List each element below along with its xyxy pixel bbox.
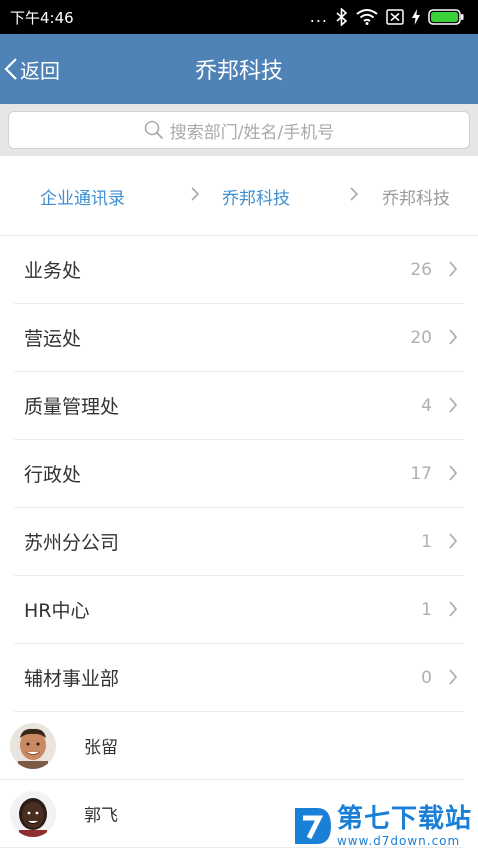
department-count: 1 bbox=[421, 599, 432, 620]
person-name: 张留 bbox=[84, 738, 118, 758]
chevron-right-icon bbox=[449, 601, 458, 617]
department-count: 17 bbox=[410, 463, 432, 484]
battery-icon bbox=[428, 9, 464, 25]
department-name: 营运处 bbox=[24, 328, 82, 350]
chevron-right-icon bbox=[449, 533, 458, 549]
list-item-department[interactable]: HR中心 1 bbox=[14, 576, 464, 644]
breadcrumb-item-company[interactable]: 乔邦科技 bbox=[222, 184, 290, 209]
nav-bar: 返回 乔邦科技 bbox=[0, 34, 478, 104]
list-item-person[interactable]: 张留 bbox=[0, 712, 464, 780]
charging-icon bbox=[412, 9, 420, 25]
list-item-department[interactable]: 营运处 20 bbox=[14, 304, 464, 372]
d7-logo-icon bbox=[294, 808, 331, 844]
search-input[interactable]: 搜索部门/姓名/手机号 bbox=[8, 111, 470, 149]
department-count: 20 bbox=[410, 327, 432, 348]
watermark-url: www.d7down.com bbox=[336, 834, 461, 848]
chevron-right-icon bbox=[449, 669, 458, 685]
status-icons: ... bbox=[310, 8, 464, 26]
back-button[interactable]: 返回 bbox=[4, 34, 60, 104]
chevron-left-icon bbox=[4, 58, 17, 80]
chevron-right-icon bbox=[449, 261, 458, 277]
back-label: 返回 bbox=[20, 58, 60, 83]
list-item-department[interactable]: 行政处 17 bbox=[14, 440, 464, 508]
list-item-department[interactable]: 业务处 26 bbox=[14, 236, 464, 304]
status-time: 下午4:46 bbox=[10, 8, 74, 27]
chevron-right-icon bbox=[449, 465, 458, 481]
department-count: 26 bbox=[410, 259, 432, 280]
bluetooth-icon bbox=[336, 8, 348, 26]
department-count: 0 bbox=[421, 667, 432, 688]
department-name: 苏州分公司 bbox=[24, 532, 120, 554]
list-item-department[interactable]: 苏州分公司 1 bbox=[14, 508, 464, 576]
watermark-title: 第七下载站 bbox=[336, 804, 472, 834]
contact-list: 业务处 26 营运处 20 质量管理处 4 行政处 17 苏州分公司 1 HR中… bbox=[0, 236, 478, 848]
department-name: 行政处 bbox=[24, 464, 82, 486]
no-sim-icon bbox=[386, 9, 404, 25]
avatar-man-icon bbox=[10, 722, 56, 769]
breadcrumb-item-root[interactable]: 企业通讯录 bbox=[40, 184, 125, 209]
status-bar: 下午4:46 ... bbox=[0, 0, 478, 34]
department-name: 质量管理处 bbox=[24, 396, 120, 418]
department-count: 4 bbox=[421, 395, 432, 416]
list-item-department[interactable]: 辅材事业部 0 bbox=[14, 644, 464, 712]
person-name: 郭飞 bbox=[84, 806, 118, 826]
watermark: 第七下载站 www.d7down.com bbox=[293, 804, 472, 848]
department-name: HR中心 bbox=[24, 600, 90, 622]
breadcrumb-item-current: 乔邦科技 bbox=[382, 189, 450, 209]
more-dots-icon: ... bbox=[309, 7, 328, 26]
breadcrumb: 企业通讯录 乔邦科技 乔邦科技 bbox=[0, 156, 478, 236]
chevron-right-icon bbox=[449, 329, 458, 345]
department-name: 业务处 bbox=[24, 260, 82, 282]
chevron-right-icon bbox=[449, 397, 458, 413]
search-placeholder: 搜索部门/姓名/手机号 bbox=[169, 122, 335, 143]
department-count: 1 bbox=[421, 531, 432, 552]
avatar-woman-icon bbox=[10, 790, 56, 837]
page-title: 乔邦科技 bbox=[194, 59, 283, 84]
search-icon bbox=[144, 120, 163, 140]
list-item-department[interactable]: 质量管理处 4 bbox=[14, 372, 464, 440]
chevron-right-icon bbox=[350, 187, 359, 201]
search-area: 搜索部门/姓名/手机号 bbox=[0, 104, 478, 156]
wifi-icon bbox=[356, 9, 378, 25]
department-name: 辅材事业部 bbox=[24, 668, 120, 690]
chevron-right-icon bbox=[191, 187, 200, 201]
